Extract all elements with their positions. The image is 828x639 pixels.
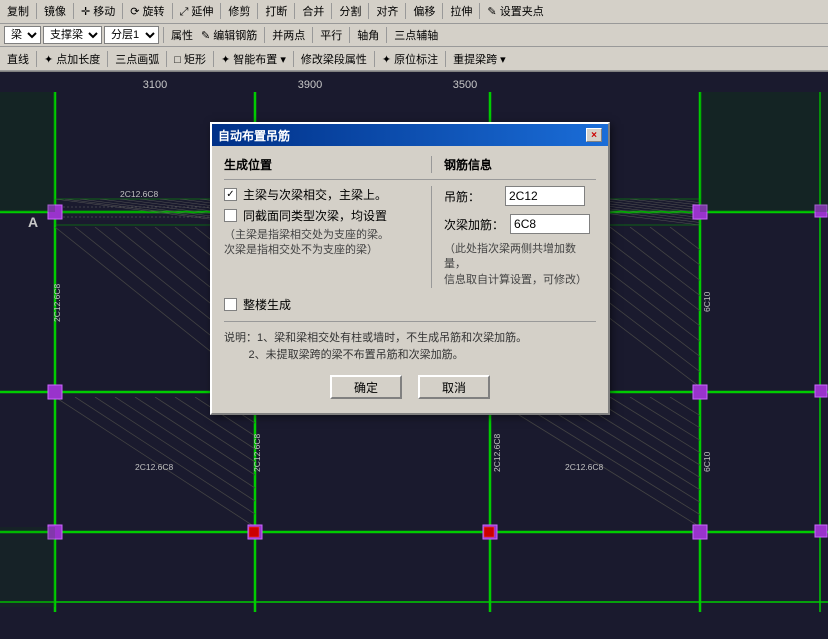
hanging-rebar-input[interactable] [505,186,585,206]
instruction-line1: 说明：1、梁和梁相交处有柱或墙时，不生成吊筋和次梁加筋。 [224,332,527,344]
secondary-rebar-row: 次梁加筋： [444,214,596,234]
toolbar-smart-layout[interactable]: ✦ 智能布置 ▾ [218,50,289,68]
toolbar-reextract-span[interactable]: 重提梁跨 ▾ [450,50,509,68]
primary-secondary-checkbox[interactable] [224,188,237,201]
toolbar-two-points[interactable]: 并两点 [269,26,308,44]
whole-floor-checkbox[interactable] [224,298,237,311]
toolbar-break[interactable]: 打断 [262,2,290,20]
hanging-rebar-row: 吊筋： [444,186,596,206]
section-header-right: 钢筋信息 [431,156,596,173]
toolbar-in-situ-label[interactable]: ✦ 原位标注 [379,50,441,68]
checkbox-note: （主梁是指梁相交处为支座的梁。次梁是指相交处不为支座的梁） [224,228,421,259]
secondary-rebar-input[interactable] [510,214,590,234]
toolbar-stretch[interactable]: 拉伸 [447,2,475,20]
primary-secondary-checkbox-row: 主梁与次梁相交，主梁上。 [224,186,421,203]
toolbar-split[interactable]: 分割 [336,2,364,20]
instruction-indent [224,349,248,361]
same-type-checkbox-row: 同截面同类型次梁，均设置 [224,207,421,224]
toolbar-edit-rebar[interactable]: ✎ 编辑钢筋 [198,26,260,44]
whole-floor-label: 整楼生成 [243,296,291,313]
same-type-checkbox[interactable] [224,209,237,222]
dialog-body: 生成位置 钢筋信息 主梁与次梁相交，主梁上。 同截面同类型次梁，均设置 [212,146,608,413]
toolbar-row-3: 直线 ✦ 点加长度 三点画弧 □ 矩形 ✦ 智能布置 ▾ 修改梁段属性 ✦ 原位… [0,47,828,71]
hanging-rebar-label: 吊筋： [444,188,499,205]
instruction-line2: 2、未提取梁跨的梁不布置吊筋和次梁加筋。 [248,349,463,361]
layer-select[interactable]: 分层1 [104,26,159,44]
toolbar-rotate[interactable]: ⟳ 旋转 [127,2,167,20]
toolbar-grip[interactable]: ✎ 设置夹点 [484,2,546,20]
instructions: 说明：1、梁和梁相交处有柱或墙时，不生成吊筋和次梁加筋。 2、未提取梁跨的梁不布… [224,321,596,363]
section-header-left: 生成位置 [224,156,431,173]
dialog-title: 自动布置吊筋 [218,127,290,144]
cancel-button[interactable]: 取消 [418,375,490,399]
toolbar-extend[interactable]: ⤢ 延伸 [177,2,217,20]
toolbar-align[interactable]: 对齐 [373,2,401,20]
rebar-note: （此处指次梁两侧共增加数量，信息取自计算设置，可修改） [444,242,596,288]
support-beam-select[interactable]: 支撑梁 [43,26,102,44]
primary-secondary-label: 主梁与次梁相交，主梁上。 [243,186,387,203]
same-type-label: 同截面同类型次梁，均设置 [243,207,387,224]
dialog-titlebar[interactable]: 自动布置吊筋 × [212,124,608,146]
toolbar-modify-beam[interactable]: 修改梁段属性 [298,50,370,68]
dialog-overlay: 自动布置吊筋 × 生成位置 钢筋信息 主梁与次梁相交，主梁上。 [0,72,828,639]
dialog-left-section: 主梁与次梁相交，主梁上。 同截面同类型次梁，均设置 （主梁是指梁相交处为支座的梁… [224,186,431,288]
toolbar-trim[interactable]: 修剪 [225,2,253,20]
toolbar-row-1: 复制 镜像 ✛ 移动 ⟳ 旋转 ⤢ 延伸 修剪 打断 合并 分割 对齐 偏移 拉… [0,0,828,24]
beam-type-select[interactable]: 梁 [4,26,41,44]
toolbar-three-point-axis[interactable]: 三点辅轴 [391,26,441,44]
toolbar-point-length[interactable]: ✦ 点加长度 [41,50,103,68]
toolbar: 复制 镜像 ✛ 移动 ⟳ 旋转 ⤢ 延伸 修剪 打断 合并 分割 对齐 偏移 拉… [0,0,828,72]
whole-floor-row: 整楼生成 [224,296,596,313]
toolbar-merge[interactable]: 合并 [299,2,327,20]
toolbar-mirror[interactable]: 镜像 [41,2,69,20]
toolbar-line[interactable]: 直线 [4,50,32,68]
toolbar-parallel[interactable]: 平行 [317,26,345,44]
toolbar-rect[interactable]: □ 矩形 [171,50,209,68]
auto-place-hanger-dialog: 自动布置吊筋 × 生成位置 钢筋信息 主梁与次梁相交，主梁上。 [210,122,610,415]
confirm-button[interactable]: 确定 [330,375,402,399]
toolbar-copy[interactable]: 复制 [4,2,32,20]
secondary-rebar-label: 次梁加筋： [444,216,504,233]
toolbar-offset[interactable]: 偏移 [410,2,438,20]
toolbar-arc[interactable]: 三点画弧 [112,50,162,68]
toolbar-axis-angle[interactable]: 轴角 [354,26,382,44]
toolbar-move[interactable]: ✛ 移动 [78,2,118,20]
dialog-close-button[interactable]: × [586,128,602,142]
dialog-right-section: 吊筋： 次梁加筋： （此处指次梁两侧共增加数量，信息取自计算设置，可修改） [431,186,596,288]
toolbar-row-2: 梁 支撑梁 分层1 属性 ✎ 编辑钢筋 并两点 平行 轴角 三点辅轴 [0,24,828,48]
dialog-buttons: 确定 取消 [224,375,596,403]
toolbar-properties[interactable]: 属性 [168,26,196,44]
